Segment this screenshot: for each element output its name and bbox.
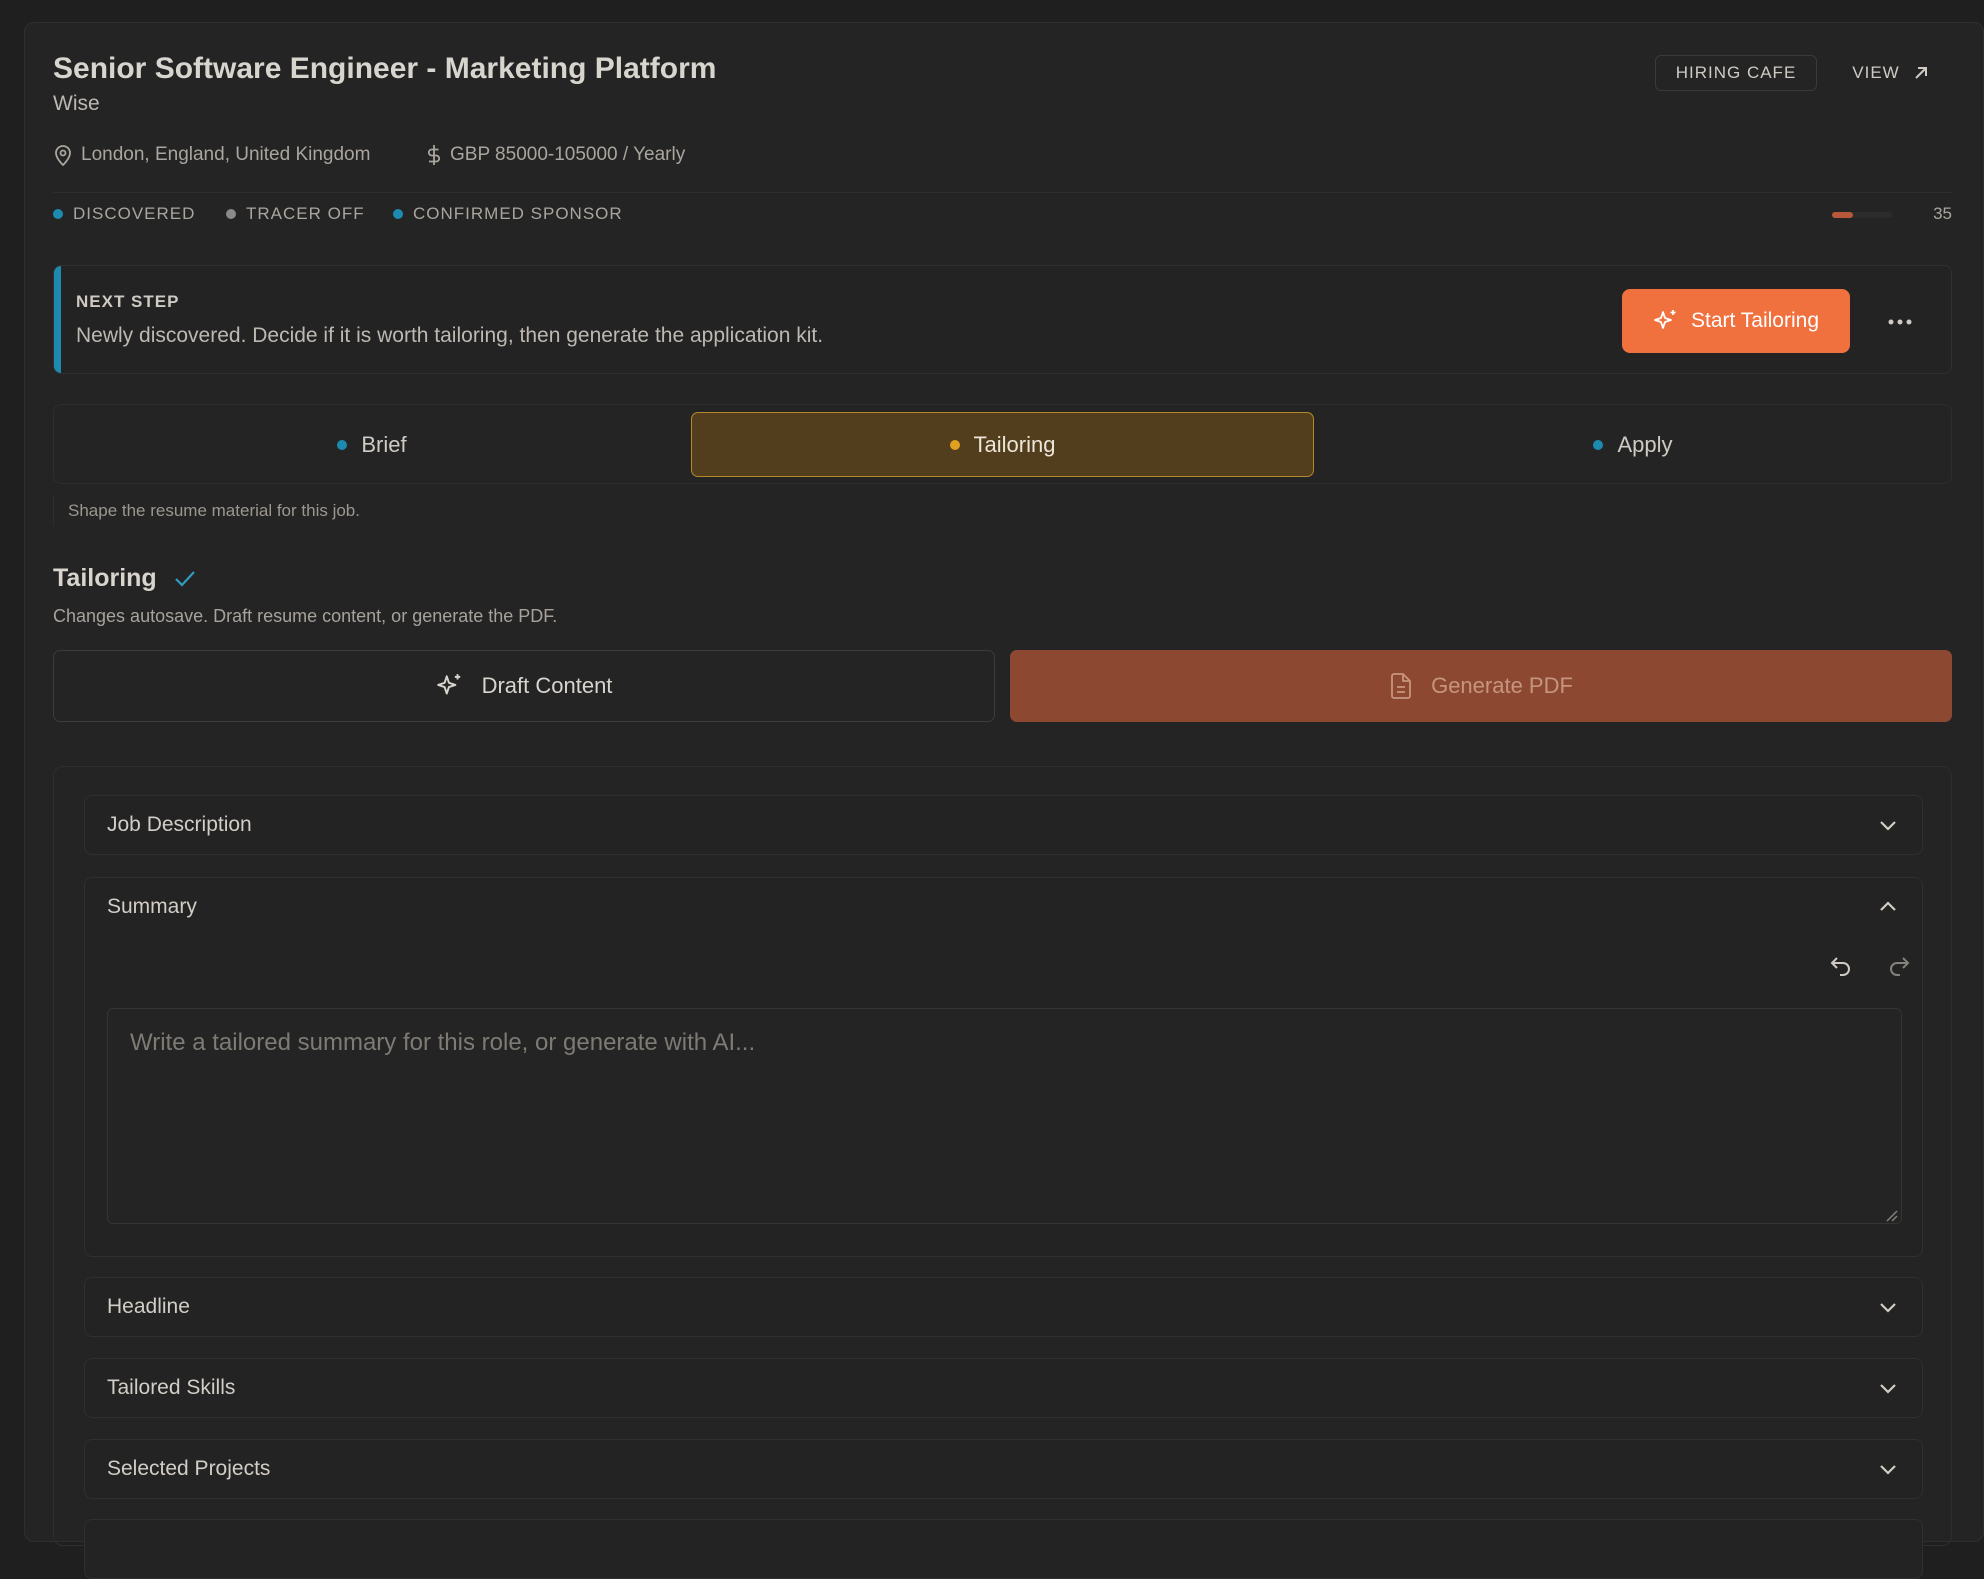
draft-content-button[interactable]: Draft Content (53, 650, 995, 722)
next-step-card: NEXT STEP Newly discovered. Decide if it… (53, 265, 1952, 374)
check-icon (173, 569, 197, 589)
accordion-job-description[interactable]: Job Description (84, 795, 1923, 855)
tab-dot (337, 439, 348, 450)
view-button[interactable]: VIEW (1836, 55, 1946, 91)
company-name: Wise (53, 92, 100, 115)
status-dot (53, 209, 63, 219)
generate-pdf-button[interactable]: Generate PDF (1010, 650, 1952, 722)
accordion-title: Job Description (107, 813, 252, 836)
ellipsis-icon (1888, 319, 1912, 325)
section-title: Tailoring (53, 564, 157, 592)
sparkle-icon (436, 672, 464, 700)
divider (53, 192, 1952, 193)
undo-button[interactable] (1825, 950, 1857, 982)
source-label: HIRING CAFE (1675, 63, 1797, 82)
chevron-down-icon (1876, 813, 1900, 837)
tab-dot (949, 439, 960, 450)
tab-label: Apply (1617, 431, 1673, 457)
draft-content-label: Draft Content (481, 673, 613, 698)
dollar-icon (426, 144, 442, 166)
status-label: DISCOVERED (73, 204, 196, 223)
tab-brief[interactable]: Brief (61, 412, 683, 477)
arrow-up-right-icon (1912, 64, 1930, 82)
more-options-button[interactable] (1880, 302, 1920, 342)
stage-tabs: Brief Tailoring Apply (53, 404, 1952, 484)
status-label: TRACER OFF (246, 204, 365, 223)
tab-label: Tailoring (973, 431, 1056, 457)
undo-icon (1828, 953, 1854, 979)
status-sponsor: CONFIRMED SPONSOR (393, 204, 623, 224)
accordion-summary: Summary Write a tailored summary for thi… (84, 877, 1923, 1257)
chevron-up-icon[interactable] (1876, 895, 1900, 919)
section-subtitle: Changes autosave. Draft resume content, … (53, 606, 558, 626)
tab-apply[interactable]: Apply (1322, 412, 1944, 477)
score-value: 35 (1933, 204, 1952, 223)
job-title: Senior Software Engineer - Marketing Pla… (53, 52, 717, 85)
next-step-text: Newly discovered. Decide if it is worth … (76, 324, 824, 347)
start-tailoring-label: Start Tailoring (1690, 309, 1819, 332)
score-bar-fill (1832, 212, 1853, 218)
redo-button[interactable] (1883, 950, 1915, 982)
status-dot (393, 209, 403, 219)
sparkle-icon (1653, 308, 1679, 334)
score-bar (1832, 212, 1892, 218)
accordion-title: Headline (107, 1295, 190, 1318)
file-text-icon (1389, 672, 1413, 700)
next-step-label: NEXT STEP (76, 292, 180, 311)
next-step-accent (54, 266, 61, 373)
location: London, England, United Kingdom (53, 144, 370, 166)
accordion-title[interactable]: Summary (107, 878, 197, 936)
location-text: London, England, United Kingdom (81, 144, 371, 165)
start-tailoring-button[interactable]: Start Tailoring (1622, 289, 1850, 353)
accordion-next[interactable] (84, 1519, 1923, 1579)
resume-editor: Job Description Summary Write a tailored… (53, 766, 1952, 1579)
accordion-tailored-skills[interactable]: Tailored Skills (84, 1358, 1923, 1418)
status-tracer: TRACER OFF (226, 204, 365, 224)
generate-pdf-label: Generate PDF (1431, 673, 1573, 698)
chevron-down-icon (1876, 1376, 1900, 1400)
redo-icon (1886, 953, 1912, 979)
accordion-title: Tailored Skills (107, 1376, 236, 1399)
map-pin-icon (53, 144, 73, 166)
accordion-selected-projects[interactable]: Selected Projects (84, 1439, 1923, 1499)
view-label: VIEW (1852, 63, 1900, 82)
accordion-title: Selected Projects (107, 1457, 271, 1480)
status-discovered: DISCOVERED (53, 204, 195, 224)
tab-label: Brief (361, 431, 407, 457)
summary-textarea[interactable]: Write a tailored summary for this role, … (107, 1008, 1902, 1224)
accordion-headline[interactable]: Headline (84, 1277, 1923, 1337)
status-dot (226, 209, 236, 219)
salary: GBP 85000-105000 / Yearly (426, 144, 685, 166)
chevron-down-icon (1876, 1295, 1900, 1319)
source-button[interactable]: HIRING CAFE (1655, 55, 1817, 91)
section-header: Tailoring (53, 564, 197, 593)
resize-handle-icon[interactable] (1884, 1208, 1898, 1222)
tab-dot (1593, 439, 1604, 450)
tab-tailoring[interactable]: Tailoring (691, 412, 1314, 477)
chevron-down-icon (1876, 1457, 1900, 1481)
status-label: CONFIRMED SPONSOR (413, 204, 623, 223)
salary-text: GBP 85000-105000 / Yearly (450, 144, 686, 165)
tab-hint: Shape the resume material for this job. (53, 496, 653, 526)
